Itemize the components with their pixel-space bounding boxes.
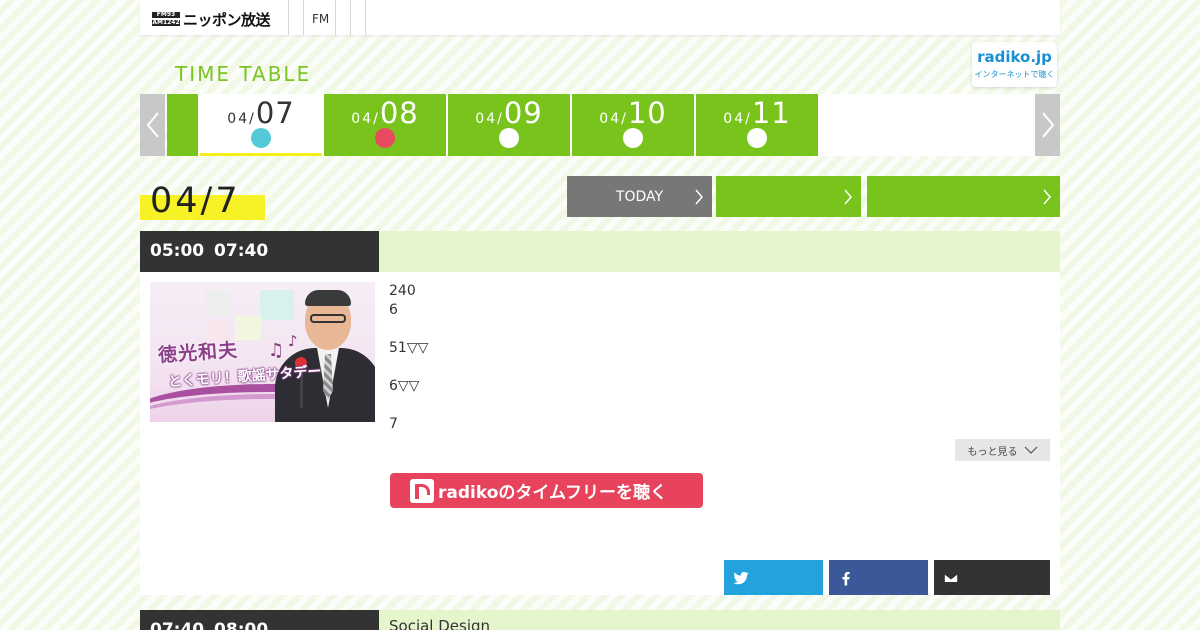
date-tab[interactable]: 04/07 [200,94,322,156]
radiko-link-badge[interactable]: radiko.jp インターネットで聴く [972,42,1057,87]
program-title[interactable]: Social Design [379,610,1060,630]
facebook-icon [842,571,850,585]
music-note-icon: ♫ [268,340,285,361]
nav-fm-link[interactable]: FM [312,12,329,26]
date-tab[interactable]: 04/08 [324,94,446,156]
nav-divider [288,0,289,35]
date-tab-dot [251,128,271,148]
station-logo[interactable]: FM93 AM1242 ニッポン放送 [152,10,271,29]
date-tab-month: 04/ [599,111,628,127]
date-tab-month: 04/ [227,111,256,127]
image-title-host: 徳光和夫 [157,339,239,367]
date-tab-day: 10 [627,96,667,130]
current-day-label: 04/7 [150,181,241,221]
share-facebook-button[interactable] [829,560,928,595]
today-button-label: TODAY [615,188,664,205]
radiko-timefree-label: radikoのタイムフリーを聴く [438,483,668,503]
chevron-right-icon [1043,189,1051,205]
program-image[interactable]: ♫ ♪ 徳光和夫 とくモリ！歌謡サタデー [150,282,375,422]
date-tab-dot [747,128,767,148]
share-twitter-button[interactable] [724,560,823,595]
program-description-line: 240 [389,283,416,299]
logo-text: ニッポン放送 [183,10,271,29]
date-tab-dot [499,128,519,148]
mail-icon [943,572,959,583]
date-tab-day: 09 [503,96,543,130]
date-tab-month: 04/ [723,111,752,127]
frequency-mark: FM93 AM1242 [152,12,180,26]
share-mail-button[interactable] [934,560,1050,595]
date-tab-month: 04/ [475,111,504,127]
program-description-line: 7 [389,416,398,432]
program-description-line: 51▽▽ [389,340,429,356]
program-time: 05:00 07:40 [140,231,379,272]
radiko-badge-name: radiko.jp [977,48,1052,66]
date-tab[interactable]: 04/11 [696,94,818,156]
logo-fm-frequency: FM93 [152,12,180,18]
date-tab-dot [623,128,643,148]
nav-divider [303,0,304,35]
date-tab-dot [375,128,395,148]
chevron-left-icon [146,112,159,138]
prev-week-button[interactable] [140,94,165,156]
timetable-title: TIME TABLE [175,62,312,86]
date-tab-day: 11 [751,96,791,130]
show-more-button[interactable]: もっと見る [955,439,1050,461]
chevron-right-icon [1041,112,1054,138]
nav-divider [365,0,366,35]
music-note-icon: ♪ [288,332,298,350]
date-tab-day: 08 [379,96,419,130]
nav-divider [335,0,336,35]
nav-divider [350,0,351,35]
date-tab-month: 04/ [351,111,380,127]
date-strip-spacer [167,94,198,156]
chevron-right-icon [844,189,852,205]
program-description-line: 6▽▽ [389,378,420,394]
date-tab-day: 07 [255,96,295,130]
logo-am-frequency: AM1242 [152,19,180,26]
radiko-timefree-button[interactable]: radikoのタイムフリーを聴く [390,473,703,508]
time-jump-button[interactable] [867,176,1060,217]
program-title-bar [379,231,1060,272]
program-detail: ♫ ♪ 徳光和夫 とくモリ！歌謡サタデー 240 6 51▽▽ 6▽▽ 7 もっ… [140,272,1060,595]
twitter-icon [733,571,749,584]
today-button[interactable]: TODAY [567,176,712,217]
chevron-down-icon [1024,446,1037,454]
radiko-icon [410,478,434,503]
chevron-right-icon [695,189,703,205]
show-more-label: もっと見る [967,446,1018,458]
date-tab-strip: 04/07 04/08 04/09 04/10 04/11 [167,94,1035,156]
program-time: 07:40 08:00 [140,610,379,630]
global-header: FM93 AM1242 ニッポン放送 FM [140,0,1060,35]
radiko-badge-caption: インターネットで聴く [974,70,1055,79]
program-description-line: 6 [389,302,398,318]
next-week-button[interactable] [1035,94,1060,156]
time-jump-button[interactable] [716,176,861,217]
date-tab[interactable]: 04/09 [448,94,570,156]
date-tab[interactable]: 04/10 [572,94,694,156]
